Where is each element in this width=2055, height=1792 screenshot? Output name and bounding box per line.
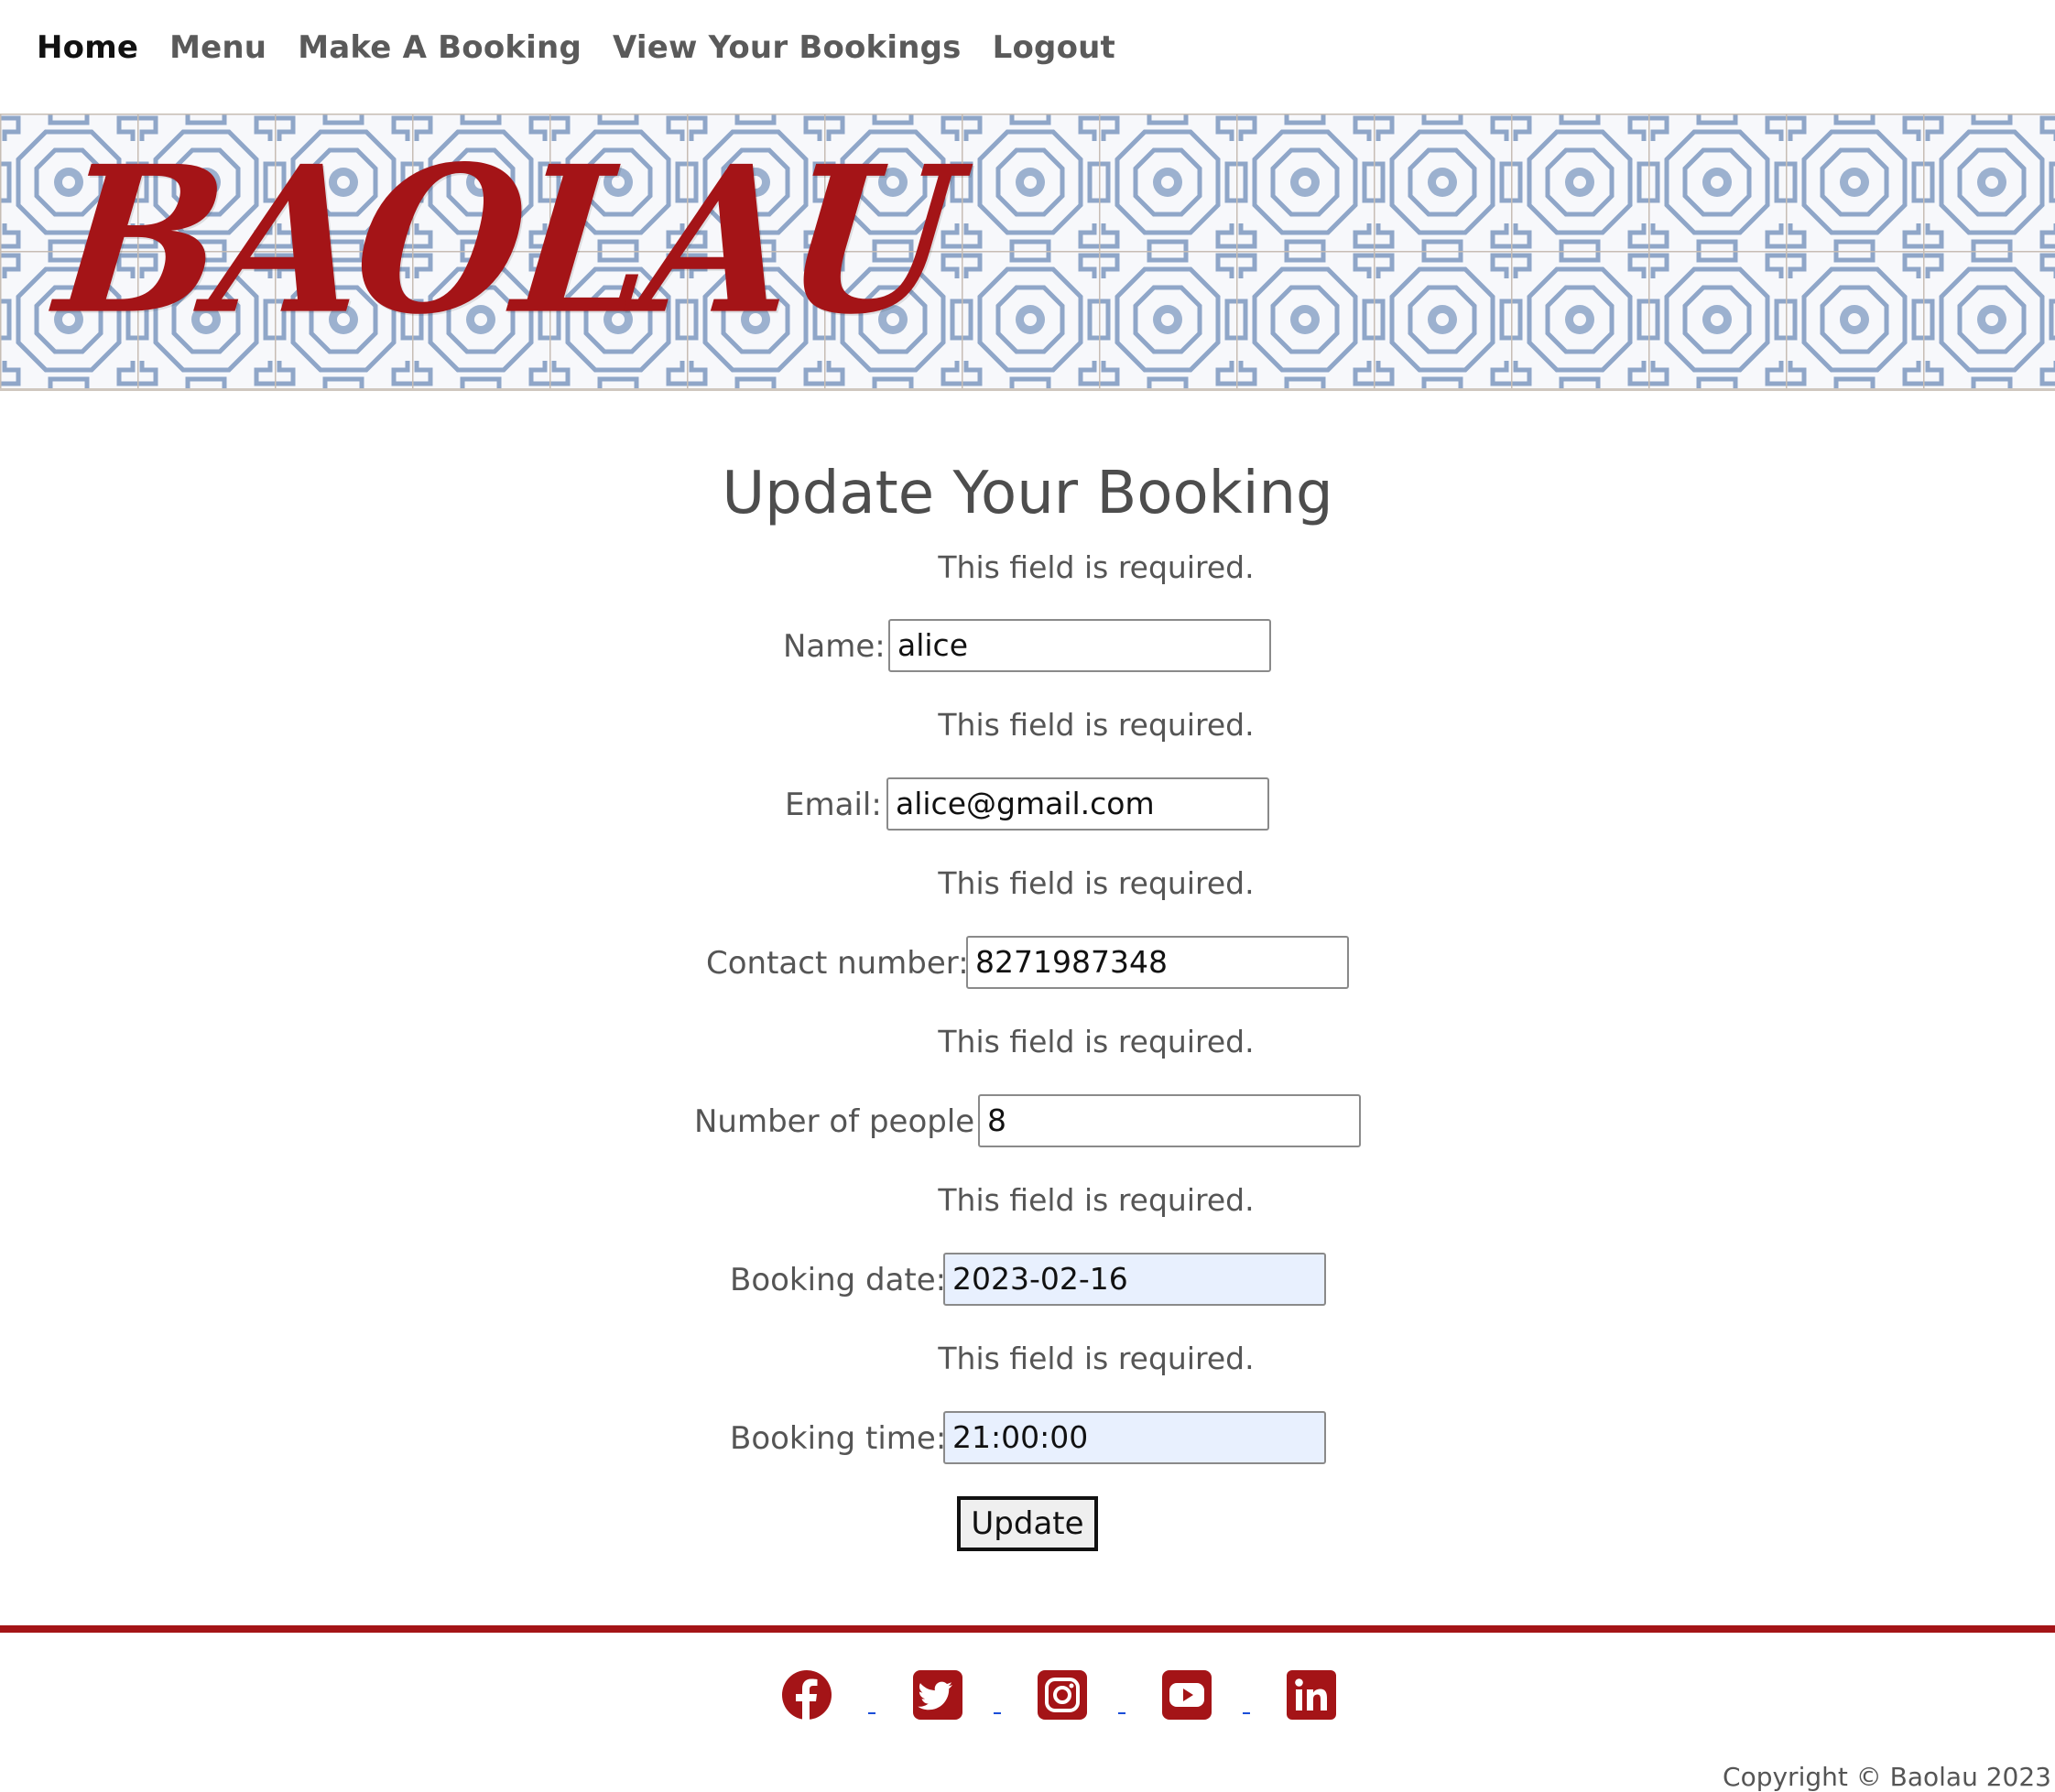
linkedin-icon[interactable] bbox=[1286, 1669, 1337, 1721]
error-name: This field is required. bbox=[938, 549, 1255, 585]
label-date: Booking date: bbox=[730, 1262, 947, 1298]
time-input[interactable]: 21:00:00 bbox=[943, 1411, 1326, 1464]
label-contact: Contact number: bbox=[706, 945, 969, 982]
email-input[interactable]: alice@gmail.com bbox=[886, 777, 1269, 831]
youtube-link-underline bbox=[1243, 1712, 1250, 1714]
youtube-icon[interactable] bbox=[1161, 1669, 1212, 1721]
instagram-icon[interactable] bbox=[1037, 1669, 1088, 1721]
error-time: This field is required. bbox=[938, 1341, 1255, 1376]
people-input[interactable]: 8 bbox=[978, 1094, 1361, 1147]
error-email: This field is required. bbox=[938, 707, 1255, 743]
update-button[interactable]: Update bbox=[957, 1496, 1098, 1551]
footer-divider bbox=[0, 1625, 2055, 1633]
error-date: This field is required. bbox=[938, 1182, 1255, 1218]
facebook-link-underline bbox=[868, 1712, 875, 1714]
contact-input[interactable]: 8271987348 bbox=[966, 936, 1349, 989]
facebook-icon[interactable] bbox=[781, 1669, 832, 1721]
twitter-icon[interactable] bbox=[912, 1669, 963, 1721]
main-nav: Home Menu Make A Booking View Your Booki… bbox=[37, 29, 1115, 66]
date-input[interactable]: 2023-02-16 bbox=[943, 1253, 1326, 1306]
label-email: Email: bbox=[785, 787, 882, 823]
twitter-link-underline bbox=[994, 1712, 1001, 1714]
nav-view-bookings[interactable]: View Your Bookings bbox=[613, 29, 962, 66]
site-logo[interactable]: BAOLAU bbox=[48, 122, 960, 359]
label-time: Booking time: bbox=[730, 1420, 947, 1457]
label-name: Name: bbox=[783, 628, 886, 665]
nav-make-booking[interactable]: Make A Booking bbox=[298, 29, 582, 66]
copyright-text: Copyright © Baolau 2023 bbox=[1723, 1762, 2051, 1792]
error-contact: This field is required. bbox=[938, 865, 1255, 901]
nav-home[interactable]: Home bbox=[37, 29, 138, 66]
nav-menu[interactable]: Menu bbox=[169, 29, 266, 66]
label-people: Number of people: bbox=[694, 1103, 985, 1140]
instagram-link-underline bbox=[1118, 1712, 1125, 1714]
page-title: Update Your Booking bbox=[722, 460, 1333, 527]
nav-logout[interactable]: Logout bbox=[993, 29, 1115, 66]
name-input[interactable]: alice bbox=[888, 619, 1271, 672]
error-people: This field is required. bbox=[938, 1024, 1255, 1059]
